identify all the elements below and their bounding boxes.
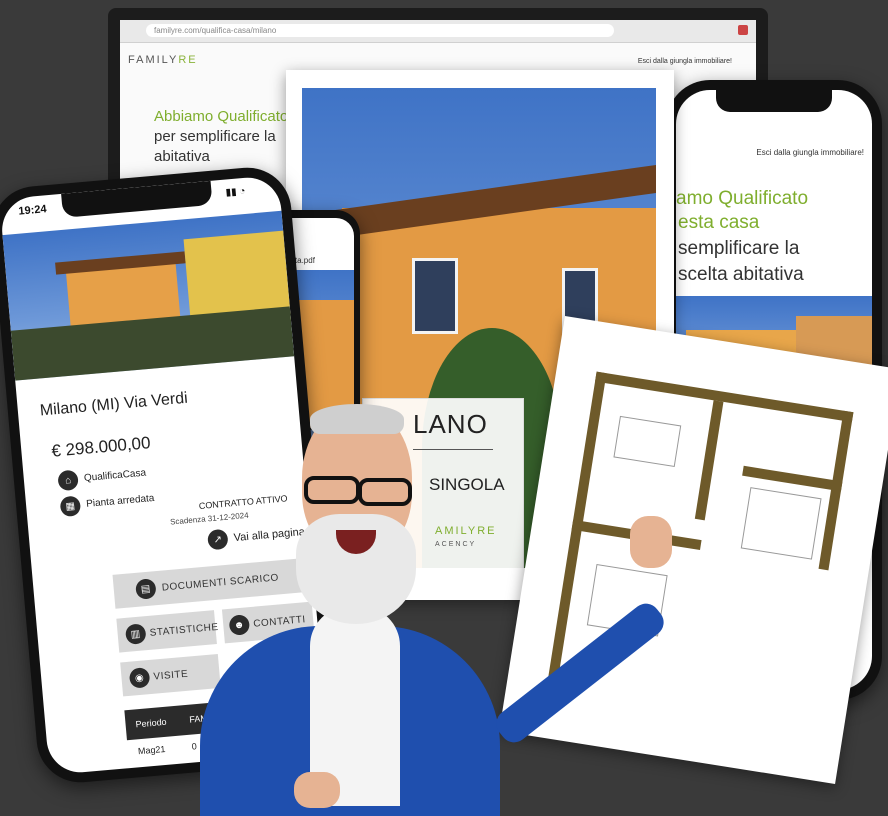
- property-address: Milano (MI) Via Verdi: [39, 389, 189, 420]
- lower-fist: [294, 772, 340, 808]
- eye-icon: ◉: [128, 667, 151, 689]
- glasses-right: [358, 478, 412, 506]
- documents-label: DOCUMENTI SCARICO: [161, 572, 280, 594]
- external-link-icon[interactable]: ↗: [206, 528, 229, 551]
- table-col-period: Periodo: [135, 716, 167, 730]
- address-bar[interactable]: familyre.com/qualifica-casa/milano: [146, 24, 614, 37]
- house-window: [412, 258, 458, 334]
- garden: [10, 306, 295, 381]
- status-time: 19:24: [17, 203, 48, 218]
- signal-icon: ▮▮ ◔: [225, 185, 246, 199]
- qualifica-icon: ⌂: [57, 469, 79, 492]
- headline-line-2: per semplificare la: [154, 128, 276, 145]
- headline-green: Abbiamo Qualificato: [154, 108, 289, 125]
- headline-line-2: esta casa: [678, 212, 760, 233]
- raised-fist: [630, 516, 672, 568]
- flyer-city: LANO: [413, 409, 488, 439]
- badge-floorplan: Pianta arredata: [85, 492, 155, 510]
- floorplan-icon: ▦: [59, 495, 82, 518]
- man-figure: [200, 516, 672, 816]
- glasses-left: [304, 476, 360, 504]
- divider: [413, 449, 493, 450]
- phone-notch: [716, 90, 832, 112]
- property-price: € 298.000,00: [50, 433, 152, 461]
- document-icon: ▤: [135, 578, 157, 600]
- table-cell: 0: [191, 741, 198, 752]
- headline-line-3: semplificare la: [678, 238, 800, 259]
- chart-icon: ▥: [124, 623, 147, 645]
- grey-hair: [310, 404, 404, 434]
- contract-status: CONTRATTO ATTIVO: [198, 493, 288, 512]
- headline-line-3: abitativa: [154, 148, 210, 165]
- exit-link[interactable]: Esci dalla giungla immobiliare!: [756, 148, 864, 157]
- site-logo[interactable]: FAMILYRE: [128, 54, 198, 66]
- sofa-outline: [613, 415, 682, 468]
- flyer-agency: ACENCY: [435, 541, 477, 548]
- plan-wall: [694, 400, 724, 521]
- visits-label: VISITE: [153, 668, 189, 683]
- flyer-brand: AMILYRE: [435, 525, 497, 537]
- badge-qualifica: QualificaCasa: [83, 467, 147, 484]
- phone-notch: [61, 180, 213, 218]
- bed-outline: [740, 487, 822, 560]
- page-link[interactable]: Vai alla pagina: [233, 526, 305, 544]
- contract-expiry: Scadenza 31-12-2024: [169, 510, 249, 527]
- browser-toolbar: familyre.com/qualifica-casa/milano: [120, 20, 756, 43]
- property-photo[interactable]: [2, 210, 295, 381]
- close-icon[interactable]: [738, 25, 748, 35]
- headline-line-4: scelta abitativa: [678, 264, 804, 285]
- exit-link[interactable]: Esci dalla giungla immobiliare!: [638, 58, 732, 65]
- plan-wall: [595, 371, 854, 423]
- table-cell: Mag21: [137, 743, 166, 757]
- flyer-type: SINGOLA: [429, 475, 505, 494]
- raised-arm: [490, 598, 670, 748]
- headline-green: amo Qualificato: [676, 188, 809, 209]
